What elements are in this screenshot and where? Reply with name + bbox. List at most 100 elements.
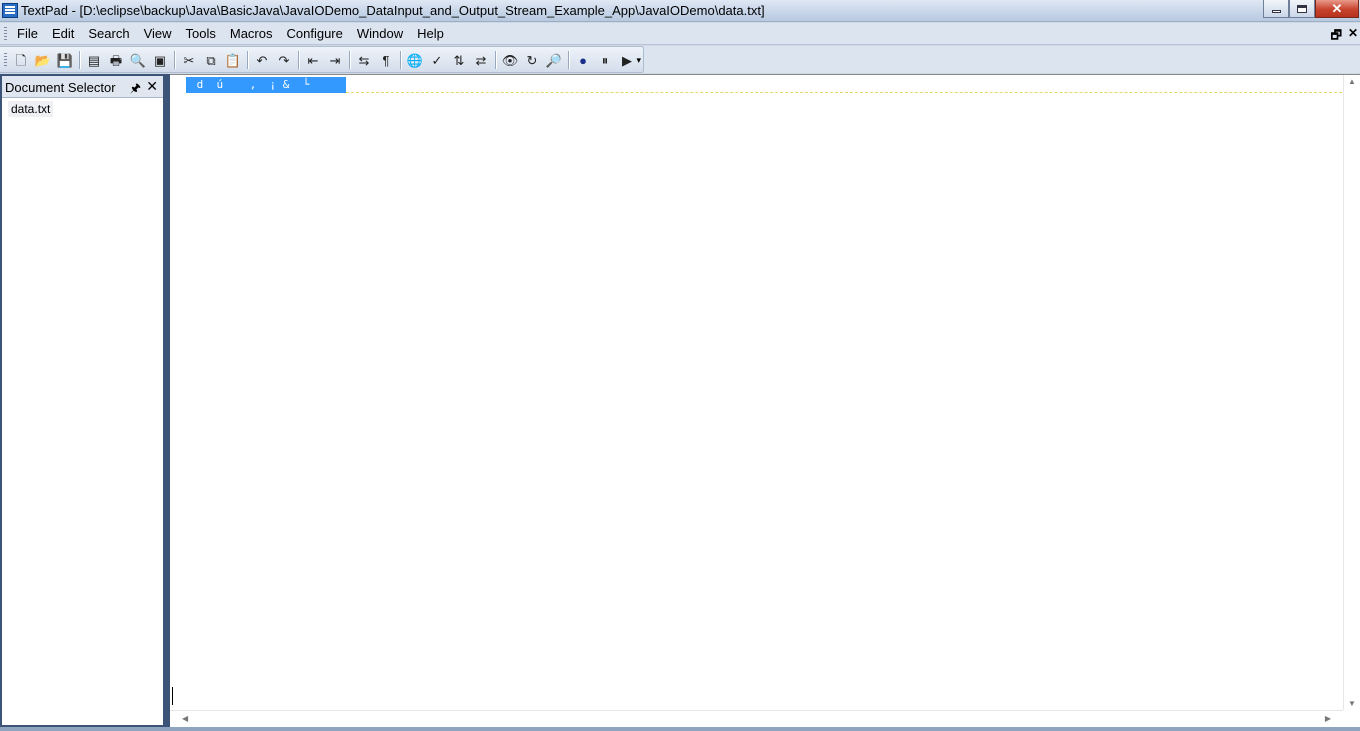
scroll-right-icon[interactable]: ▶ bbox=[1325, 714, 1331, 723]
toolbar-separator bbox=[79, 51, 80, 69]
restore-button[interactable] bbox=[1289, 0, 1315, 18]
toolbar-buttons: 🗋 📂 💾 ▤ 🖶 🔍 ▣ ✂ ⧉ 📋 ↶ ↷ ⇤ ⇥ ⇆ ¶ 🌐 ✓ ⇅ ⇄ 👁 ↻ 🔎 ● ⏸ ▶ bbox=[10, 50, 638, 70]
selected-text[interactable]: d ú ‚ ¡ & └ bbox=[186, 77, 346, 93]
restore-icon bbox=[1297, 4, 1307, 13]
document-window-controls: 🗗 ✕ bbox=[1331, 26, 1358, 47]
indent-icon: ⇤ bbox=[307, 52, 319, 68]
toolbar-overflow-icon[interactable]: ▾ bbox=[636, 55, 641, 66]
menu-bar: File Edit Search View Tools Macros Configure Wi… bbox=[0, 23, 1360, 45]
save-button[interactable]: 💾 bbox=[54, 50, 76, 70]
cut-button[interactable]: ✂ bbox=[178, 50, 200, 70]
status-strip bbox=[0, 727, 1360, 731]
textpad-app-icon[interactable] bbox=[2, 3, 18, 18]
wrap-lines-icon: ⇆ bbox=[358, 52, 370, 68]
word-wrap-icon: ▣ bbox=[153, 52, 167, 68]
find-in-files-icon: 🔎 bbox=[545, 52, 563, 68]
document-selector-header: Document Selector 🖈 ✕ bbox=[2, 76, 163, 98]
window-title: TextPad - [D:\eclipse\backup\Java\BasicJ… bbox=[21, 3, 765, 18]
toolbar-separator bbox=[298, 51, 299, 69]
word-wrap-button[interactable]: ▣ bbox=[149, 50, 171, 70]
cut-icon: ✂ bbox=[183, 52, 195, 68]
menu-configure[interactable]: Configure bbox=[280, 23, 350, 45]
menu-file[interactable]: File bbox=[10, 23, 45, 45]
save-icon: 💾 bbox=[56, 52, 74, 68]
paste-button[interactable]: 📋 bbox=[222, 50, 244, 70]
copy-icon: ⧉ bbox=[206, 52, 216, 68]
find-icon: 👁 bbox=[501, 52, 519, 68]
show-paragraph-button[interactable]: ¶ bbox=[375, 50, 397, 70]
outdent-icon: ⇥ bbox=[329, 52, 341, 68]
print-preview-button[interactable]: 🔍 bbox=[127, 50, 149, 70]
print-setup-icon: ▤ bbox=[87, 52, 101, 68]
replace-button[interactable]: ↻ bbox=[521, 50, 543, 70]
toolbar-separator bbox=[349, 51, 350, 69]
new-file-button[interactable]: 🗋 bbox=[10, 50, 32, 70]
paste-icon: 📋 bbox=[224, 52, 242, 68]
find-button[interactable]: 👁 bbox=[499, 50, 521, 70]
menu-items: File Edit Search View Tools Macros Configure Wi… bbox=[10, 23, 451, 45]
toolbar-separator bbox=[495, 51, 496, 69]
document-close-icon[interactable]: ✕ bbox=[1348, 26, 1358, 47]
document-selector-title: Document Selector bbox=[5, 80, 116, 95]
pane-close-icon[interactable]: ✕ bbox=[146, 78, 158, 95]
print-setup-button[interactable]: ▤ bbox=[83, 50, 105, 70]
scroll-up-icon[interactable]: ▲ bbox=[1348, 77, 1356, 86]
redo-button[interactable]: ↷ bbox=[273, 50, 295, 70]
compare-icon: ⇄ bbox=[475, 52, 487, 68]
outdent-button[interactable]: ⇥ bbox=[324, 50, 346, 70]
browser-icon: 🌐 bbox=[406, 52, 424, 68]
play-macro-button[interactable]: ▶ bbox=[616, 50, 638, 70]
record-macro-button[interactable]: ● bbox=[572, 50, 594, 70]
title-bar: TextPad - [D:\eclipse\backup\Java\BasicJ… bbox=[0, 0, 1360, 22]
close-button[interactable]: ✕ bbox=[1315, 0, 1359, 18]
standard-toolbar: 🗋 📂 💾 ▤ 🖶 🔍 ▣ ✂ ⧉ 📋 ↶ ↷ ⇤ ⇥ ⇆ ¶ 🌐 ✓ ⇅ ⇄ 👁 ↻ 🔎 ● ⏸ ▶ ▾ bbox=[0, 46, 644, 73]
scroll-down-icon[interactable]: ▼ bbox=[1348, 699, 1356, 708]
print-button[interactable]: 🖶 bbox=[105, 50, 127, 70]
show-paragraph-icon: ¶ bbox=[382, 52, 390, 68]
indent-button[interactable]: ⇤ bbox=[302, 50, 324, 70]
compare-button[interactable]: ⇄ bbox=[470, 50, 492, 70]
document-item-data-txt[interactable]: data.txt bbox=[8, 101, 54, 117]
toolbar-grip-handle[interactable] bbox=[4, 53, 7, 67]
menubar-grip-handle[interactable] bbox=[4, 27, 7, 41]
menu-window[interactable]: Window bbox=[350, 23, 410, 45]
minimize-button[interactable] bbox=[1263, 0, 1289, 18]
pause-macro-button[interactable]: ⏸ bbox=[594, 50, 616, 70]
open-file-icon: 📂 bbox=[34, 52, 52, 68]
record-macro-icon: ● bbox=[579, 52, 587, 68]
menu-tools[interactable]: Tools bbox=[179, 23, 223, 45]
play-macro-icon: ▶ bbox=[622, 52, 632, 68]
vertical-scrollbar[interactable]: ▲ ▼ bbox=[1343, 75, 1360, 710]
menu-view[interactable]: View bbox=[137, 23, 179, 45]
pause-macro-icon: ⏸ bbox=[601, 52, 609, 68]
browser-button[interactable]: 🌐 bbox=[404, 50, 426, 70]
sort-icon: ⇅ bbox=[453, 52, 465, 68]
copy-button[interactable]: ⧉ bbox=[200, 50, 222, 70]
menu-help[interactable]: Help bbox=[410, 23, 451, 45]
print-icon: 🖶 bbox=[109, 52, 123, 68]
editor-area[interactable]: d ú ‚ ¡ & └ ▲ ▼ ◀ ▶ bbox=[170, 74, 1360, 727]
undo-icon: ↶ bbox=[256, 52, 268, 68]
menu-search[interactable]: Search bbox=[81, 23, 136, 45]
toolbar-separator bbox=[400, 51, 401, 69]
open-file-button[interactable]: 📂 bbox=[32, 50, 54, 70]
scroll-left-icon[interactable]: ◀ bbox=[182, 714, 188, 723]
menu-macros[interactable]: Macros bbox=[223, 23, 280, 45]
line-highlight-guide bbox=[346, 92, 1342, 93]
spell-check-button[interactable]: ✓ bbox=[426, 50, 448, 70]
wrap-lines-button[interactable]: ⇆ bbox=[353, 50, 375, 70]
toolbar-separator bbox=[568, 51, 569, 69]
undo-button[interactable]: ↶ bbox=[251, 50, 273, 70]
minimize-icon bbox=[1271, 10, 1281, 13]
horizontal-scrollbar[interactable]: ◀ ▶ bbox=[170, 710, 1343, 727]
find-in-files-button[interactable]: 🔎 bbox=[543, 50, 565, 70]
redo-icon: ↷ bbox=[278, 52, 290, 68]
new-file-icon: 🗋 bbox=[15, 52, 27, 68]
toolbar-separator bbox=[174, 51, 175, 69]
menu-edit[interactable]: Edit bbox=[45, 23, 81, 45]
sort-button[interactable]: ⇅ bbox=[448, 50, 470, 70]
print-preview-icon: 🔍 bbox=[129, 52, 147, 68]
document-restore-icon[interactable]: 🗗 bbox=[1331, 26, 1342, 47]
text-caret bbox=[172, 687, 173, 705]
pin-icon[interactable]: 🖈 bbox=[130, 79, 141, 100]
